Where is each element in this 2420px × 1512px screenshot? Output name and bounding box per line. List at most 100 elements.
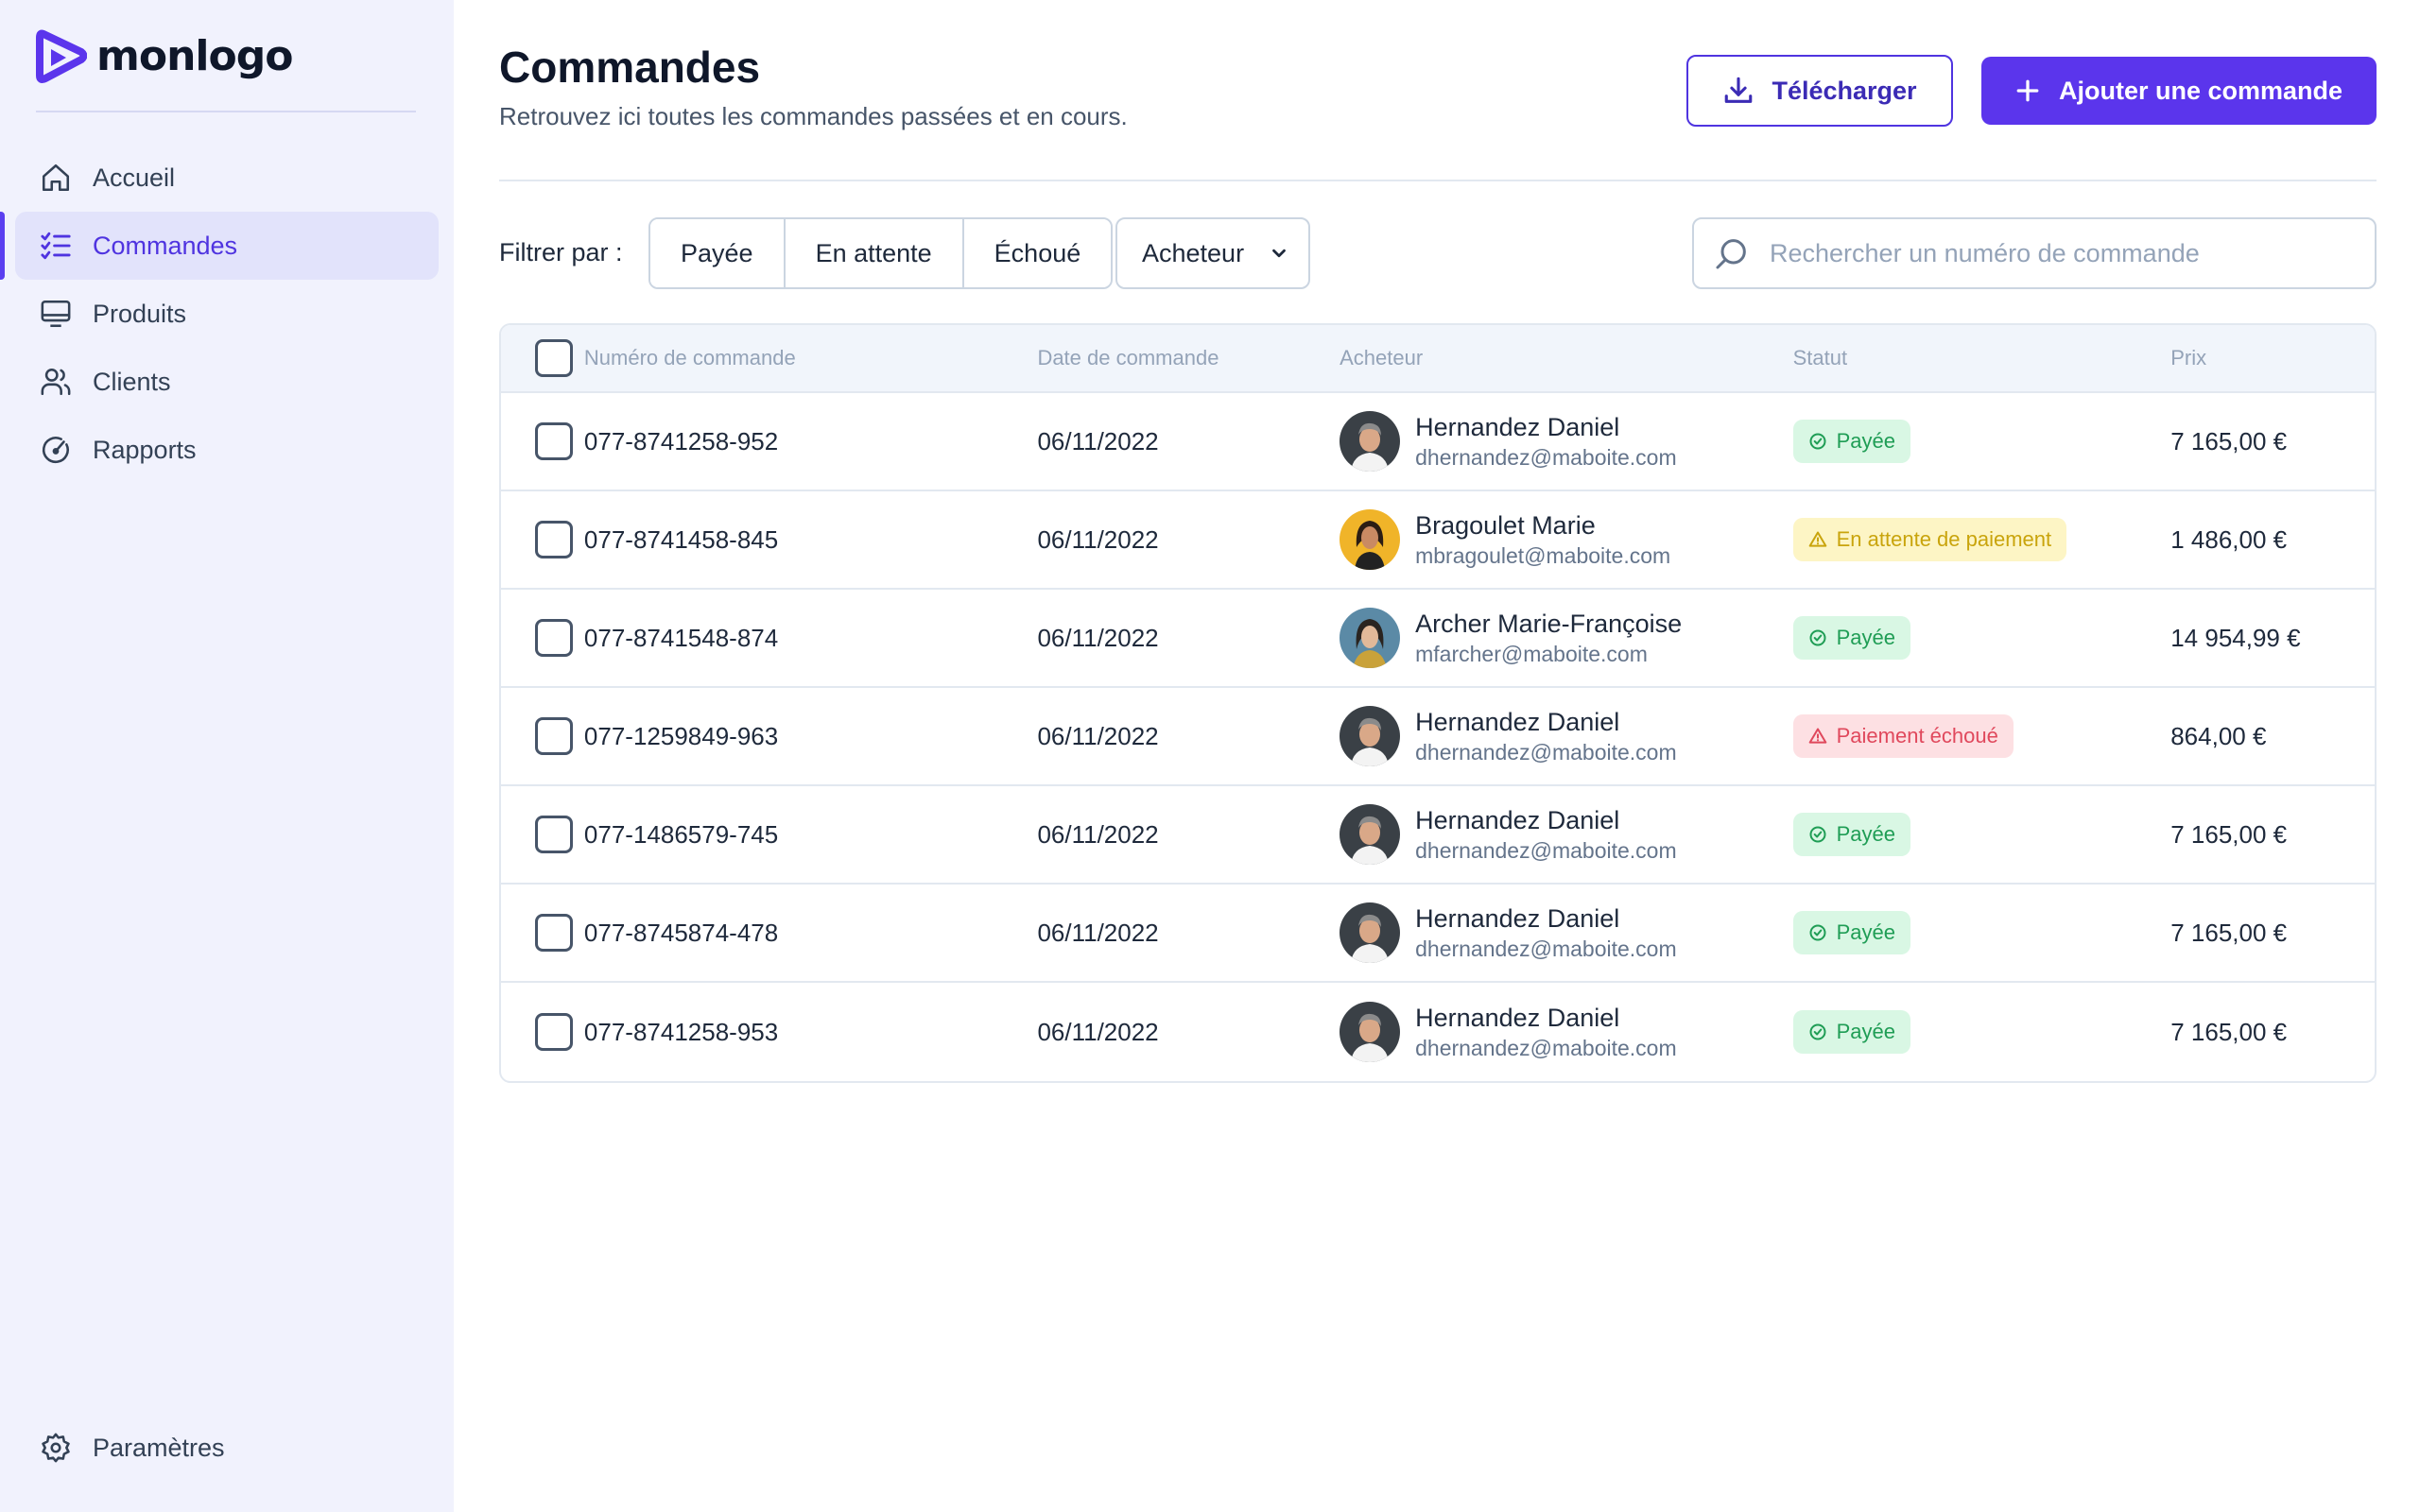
order-number[interactable]: 077-8745874-478 [584,919,1038,948]
avatar [1340,1002,1401,1062]
status-badge: Payée [1792,616,1911,660]
column-header-buyer[interactable]: Acheteur [1340,346,1793,370]
row-checkbox[interactable] [534,717,573,755]
order-price: 14 954,99 € [2170,623,2301,652]
avatar [1340,608,1401,668]
buyer-select[interactable]: Acheteur [1115,217,1310,289]
order-price: 7 165,00 € [2170,426,2288,455]
table-row[interactable]: 077-8741458-845 06/11/2022 Bragoulet Marie… [501,491,2375,590]
plus-icon [2016,79,2039,102]
table-row[interactable]: 077-8741258-953 06/11/2022 Hernandez Danie… [501,983,2375,1081]
sidebar-item-label: Clients [93,367,171,396]
page-subtitle: Retrouvez ici toutes les commandes passé… [499,102,1128,130]
buyer-cell: Hernandez Daniel dhernandez@maboite.com [1340,411,1793,472]
table-row[interactable]: 077-8745874-478 06/11/2022 Hernandez Danie… [501,885,2375,983]
row-checkbox[interactable] [534,422,573,460]
order-number[interactable]: 077-8741548-874 [584,624,1038,653]
avatar [1340,411,1401,472]
buyer-name: Hernandez Daniel [1415,708,1620,736]
sidebar-item-rapports[interactable]: Rapports [15,416,439,484]
table-header: Numéro de commande Date de commande Ache… [501,325,2375,393]
order-price: 864,00 € [2170,721,2267,750]
column-header-price[interactable]: Prix [2170,346,2375,370]
column-header-number[interactable]: Numéro de commande [584,346,1038,370]
status-filter-group: Payée En attente Échoué [648,217,1114,289]
avatar [1340,804,1401,865]
status-badge: Payée [1792,1010,1911,1054]
avatar [1340,509,1401,570]
buyer-email: dhernandez@maboite.com [1415,445,1677,470]
order-price: 7 165,00 € [2170,1017,2288,1046]
gear-icon [38,1430,74,1466]
order-price: 1 486,00 € [2170,524,2288,554]
chevron-down-icon [1272,249,1286,258]
status-label: En attente de paiement [1836,527,2052,551]
sidebar-item-label: Commandes [93,231,238,260]
status-badge: Payée [1792,911,1911,954]
order-price: 7 165,00 € [2170,918,2288,947]
buyer-email: dhernandez@maboite.com [1415,936,1677,961]
filter-label: Filtrer par : [499,238,623,266]
table-row[interactable]: 077-8741548-874 06/11/2022 Archer Marie-Fr… [501,590,2375,688]
check-circle-icon [1808,825,1827,844]
users-icon [38,364,74,400]
buyer-email: mbragoulet@maboite.com [1415,543,1671,568]
row-checkbox[interactable] [534,914,573,952]
order-date: 06/11/2022 [1037,1017,1159,1046]
add-order-button[interactable]: Ajouter une commande [1981,57,2377,125]
order-number[interactable]: 077-8741258-953 [584,1018,1038,1047]
status-badge: En attente de paiement [1792,518,2067,561]
sidebar-bottom: Paramètres [0,1414,454,1482]
row-checkbox[interactable] [534,1013,573,1051]
order-date: 06/11/2022 [1037,524,1159,554]
table-row[interactable]: 077-1486579-745 06/11/2022 Hernandez Danie… [501,786,2375,885]
sidebar-item-accueil[interactable]: Accueil [15,144,439,212]
filter-failed-button[interactable]: Échoué [961,219,1112,287]
column-header-date[interactable]: Date de commande [1037,346,1340,370]
order-date: 06/11/2022 [1037,623,1159,652]
order-number[interactable]: 077-1486579-745 [584,820,1038,850]
search-icon [1716,239,1746,269]
check-circle-icon [1808,628,1827,647]
warning-icon [1808,727,1827,746]
sidebar-item-parametres[interactable]: Paramètres [15,1414,439,1482]
sidebar-item-clients[interactable]: Clients [15,348,439,416]
order-number[interactable]: 077-8741258-952 [584,427,1038,456]
status-label: Payée [1836,429,1896,453]
check-circle-icon [1808,1022,1827,1041]
sidebar-item-label: Rapports [93,435,197,464]
sidebar: monlogo Accueil Commandes Produits Clien… [0,0,454,1512]
avatar [1340,902,1401,963]
select-all-checkbox[interactable] [534,339,573,377]
buyer-cell: Hernandez Daniel dhernandez@maboite.com [1340,706,1793,766]
search-input[interactable] [1770,238,2356,268]
filter-pending-button[interactable]: En attente [783,219,962,287]
sidebar-item-produits[interactable]: Produits [15,280,439,348]
sidebar-item-label: Accueil [93,163,176,192]
order-date: 06/11/2022 [1037,819,1159,849]
check-circle-icon [1808,432,1827,451]
status-label: Payée [1836,1020,1896,1043]
logo[interactable]: monlogo [36,26,293,85]
sidebar-item-commandes[interactable]: Commandes [0,212,439,280]
column-header-status[interactable]: Statut [1793,346,2171,370]
sidebar-nav: Accueil Commandes Produits Clients Rappo… [0,144,454,484]
row-checkbox[interactable] [534,816,573,853]
buyer-name: Hernandez Daniel [1415,1004,1620,1032]
buyer-cell: Hernandez Daniel dhernandez@maboite.com [1340,902,1793,963]
row-checkbox[interactable] [534,521,573,558]
table-row[interactable]: 077-1259849-963 06/11/2022 Hernandez Danie… [501,688,2375,786]
buyer-cell: Hernandez Daniel dhernandez@maboite.com [1340,1002,1793,1062]
buyer-email: dhernandez@maboite.com [1415,1036,1677,1060]
order-number[interactable]: 077-1259849-963 [584,722,1038,751]
table-row[interactable]: 077-8741258-952 06/11/2022 Hernandez Danie… [501,393,2375,491]
search-box [1692,217,2377,289]
download-button[interactable]: Télécharger [1686,55,1953,127]
order-number[interactable]: 077-8741458-845 [584,525,1038,555]
buyer-email: dhernandez@maboite.com [1415,838,1677,863]
table-body: 077-8741258-952 06/11/2022 Hernandez Danie… [501,393,2375,1081]
filter-paid-button[interactable]: Payée [650,219,784,287]
monitor-icon [38,296,74,332]
status-badge: Paiement échoué [1792,714,2014,758]
row-checkbox[interactable] [534,619,573,657]
